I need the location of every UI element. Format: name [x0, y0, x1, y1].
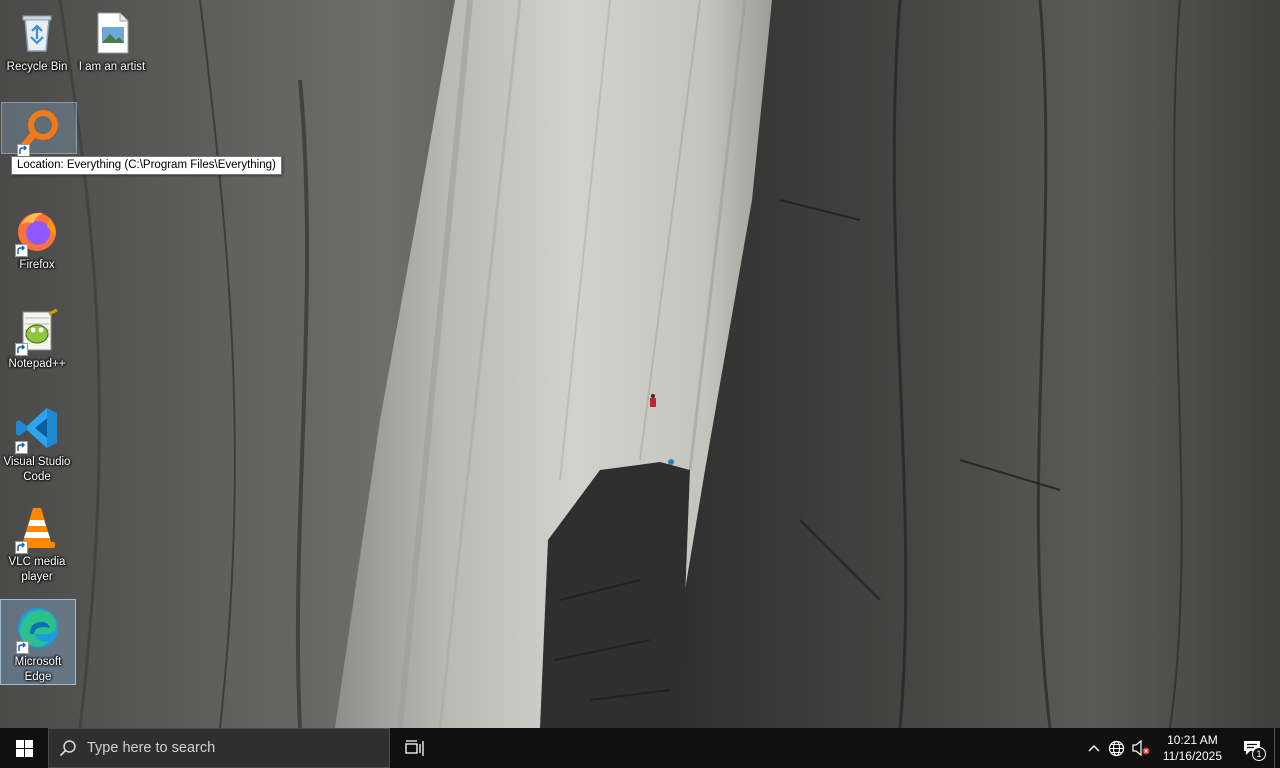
- desktop-icon-vscode[interactable]: Visual Studio Code: [0, 400, 74, 485]
- desktop-icon-label: Firefox: [19, 259, 55, 271]
- globe-network-icon: [1109, 740, 1125, 756]
- taskbar: 10:21 AM 11/16/2025 1: [0, 728, 1280, 768]
- taskbar-clock[interactable]: 10:21 AM 11/16/2025: [1155, 732, 1230, 764]
- desktop-icon-vlc[interactable]: VLC media player: [0, 500, 74, 585]
- firefox-icon: [13, 207, 61, 257]
- show-desktop-button[interactable]: [1274, 728, 1280, 768]
- system-tray: 10:21 AM 11/16/2025 1: [1083, 728, 1280, 768]
- task-view-button[interactable]: [390, 728, 440, 768]
- shortcut-arrow-icon: [15, 541, 28, 554]
- desktop-icon-label: Visual Studio Code: [3, 456, 71, 483]
- shortcut-arrow-icon: [15, 441, 28, 454]
- desktop-wallpaper: [0, 0, 1280, 728]
- chevron-up-icon: [1088, 745, 1100, 752]
- desktop-icon-label: Notepad++: [8, 358, 66, 370]
- notepad-plus-plus-icon: [13, 306, 61, 356]
- network-button[interactable]: [1105, 728, 1129, 768]
- edge-icon: [14, 604, 62, 654]
- start-button[interactable]: [0, 728, 48, 768]
- icon-tooltip: Location: Everything (C:\Program Files\E…: [11, 156, 282, 175]
- desktop-icon-recycle-bin[interactable]: Recycle Bin: [0, 5, 74, 75]
- speaker-muted-icon: [1132, 740, 1150, 756]
- search-icon: [49, 739, 87, 757]
- everything-search-icon: [15, 107, 63, 157]
- desktop-icon-label: I am an artist: [78, 61, 146, 73]
- desktop-icon-everything[interactable]: [1, 102, 77, 157]
- clock-time: 10:21 AM: [1167, 733, 1218, 747]
- shortcut-arrow-icon: [15, 244, 28, 257]
- recycle-bin-icon: [13, 9, 61, 57]
- notification-count-badge: 1: [1252, 747, 1266, 761]
- show-hidden-icons-button[interactable]: [1083, 728, 1105, 768]
- action-center-button[interactable]: 1: [1230, 728, 1274, 768]
- desktop-icon-label: Recycle Bin: [6, 61, 68, 73]
- windows-logo-icon: [15, 739, 33, 757]
- search-input[interactable]: [87, 740, 367, 756]
- desktop-icon-firefox[interactable]: Firefox: [0, 203, 74, 273]
- image-file-icon: [88, 9, 136, 57]
- clock-date: 11/16/2025: [1162, 749, 1222, 763]
- task-view-icon: [405, 740, 424, 756]
- volume-button[interactable]: [1129, 728, 1153, 768]
- taskbar-search-box[interactable]: [48, 728, 390, 768]
- shortcut-arrow-icon: [15, 343, 28, 356]
- shortcut-arrow-icon: [16, 641, 29, 654]
- desktop-icon-label: Microsoft Edge: [14, 656, 62, 683]
- desktop-icon-label: VLC media player: [8, 556, 66, 583]
- vscode-icon: [13, 404, 61, 454]
- vlc-icon: [13, 504, 61, 554]
- desktop-icon-microsoft-edge[interactable]: Microsoft Edge: [0, 599, 76, 685]
- desktop-icon-i-am-an-artist[interactable]: I am an artist: [75, 5, 149, 75]
- desktop-icon-notepad-plus-plus[interactable]: Notepad++: [0, 302, 74, 372]
